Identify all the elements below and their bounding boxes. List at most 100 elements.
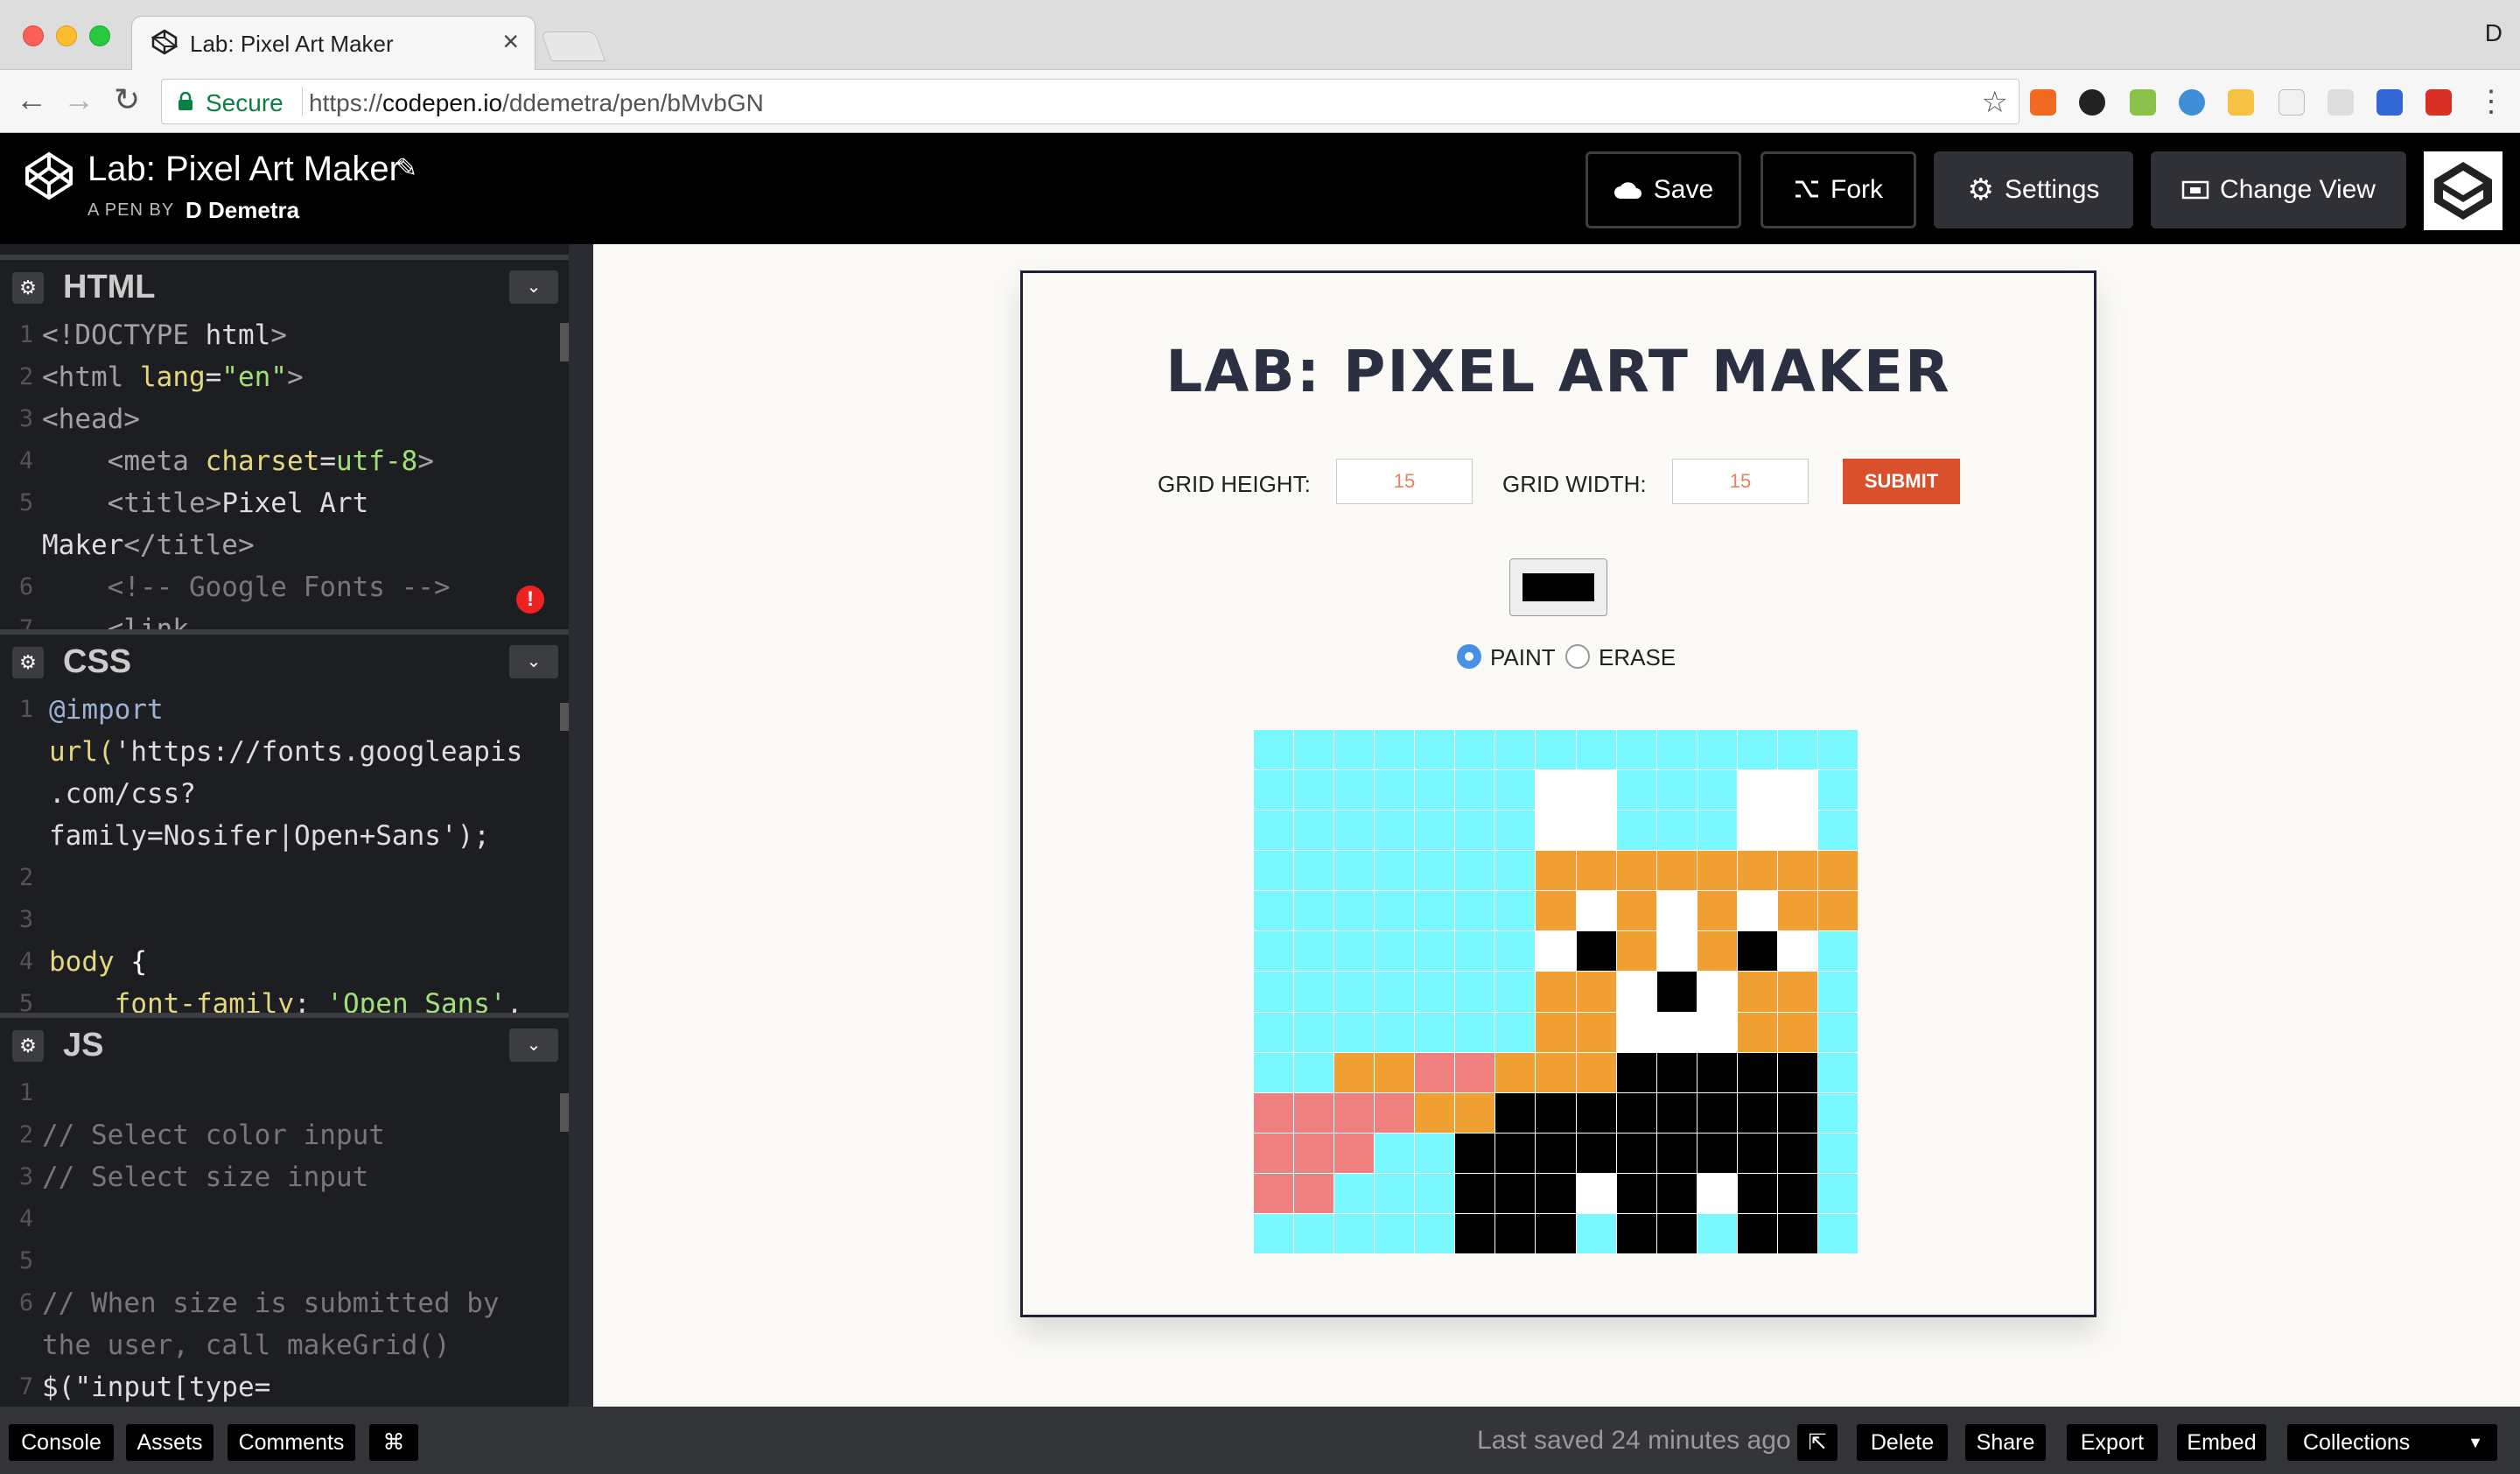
new-tab-button[interactable] bbox=[540, 32, 606, 61]
pixel-cell[interactable] bbox=[1817, 770, 1858, 811]
pixel-cell[interactable] bbox=[1294, 1173, 1334, 1213]
pixel-cell[interactable] bbox=[1697, 1092, 1737, 1133]
extension-fox-icon[interactable] bbox=[2030, 89, 2056, 116]
pixel-cell[interactable] bbox=[1495, 891, 1536, 931]
erase-radio[interactable] bbox=[1565, 644, 1590, 669]
pixel-cell[interactable] bbox=[1616, 1012, 1656, 1052]
pixel-cell[interactable] bbox=[1616, 931, 1656, 972]
pixel-cell[interactable] bbox=[1817, 1012, 1858, 1052]
pixel-cell[interactable] bbox=[1737, 1173, 1777, 1213]
url-text[interactable]: https://codepen.io/ddemetra/pen/bMvbGN bbox=[309, 89, 764, 117]
pixel-cell[interactable] bbox=[1375, 931, 1415, 972]
pixel-cell[interactable] bbox=[1294, 811, 1334, 851]
tab-close-icon[interactable]: × bbox=[502, 25, 519, 58]
pixel-cell[interactable] bbox=[1415, 972, 1455, 1012]
pixel-cell[interactable] bbox=[1334, 851, 1375, 891]
paint-radio[interactable] bbox=[1457, 644, 1481, 669]
pixel-cell[interactable] bbox=[1777, 1133, 1817, 1173]
pixel-cell[interactable] bbox=[1294, 1133, 1334, 1173]
pixel-cell[interactable] bbox=[1294, 730, 1334, 770]
pixel-cell[interactable] bbox=[1656, 811, 1697, 851]
pixel-cell[interactable] bbox=[1495, 811, 1536, 851]
extension-signature-icon[interactable] bbox=[2328, 89, 2354, 116]
js-code-editor[interactable]: 1 2// Select color input 3// Select size i… bbox=[0, 1070, 569, 1407]
pixel-cell[interactable] bbox=[1656, 891, 1697, 931]
codepen-logo-icon[interactable] bbox=[24, 151, 74, 200]
pixel-cell[interactable] bbox=[1415, 1213, 1455, 1253]
pixel-cell[interactable] bbox=[1334, 972, 1375, 1012]
pixel-cell[interactable] bbox=[1616, 1092, 1656, 1133]
js-settings-gear-icon[interactable]: ⚙ bbox=[12, 1030, 44, 1062]
pixel-cell[interactable] bbox=[1536, 851, 1576, 891]
pixel-cell[interactable] bbox=[1536, 1012, 1576, 1052]
delete-button[interactable]: Delete bbox=[1857, 1424, 1948, 1461]
pixel-cell[interactable] bbox=[1415, 730, 1455, 770]
pixel-cell[interactable] bbox=[1616, 891, 1656, 931]
pixel-cell[interactable] bbox=[1254, 730, 1294, 770]
pixel-cell[interactable] bbox=[1576, 1092, 1616, 1133]
pixel-cell[interactable] bbox=[1455, 1012, 1495, 1052]
pixel-cell[interactable] bbox=[1375, 1092, 1415, 1133]
pixel-cell[interactable] bbox=[1656, 770, 1697, 811]
pixel-cell[interactable] bbox=[1415, 891, 1455, 931]
forward-arrow-icon[interactable]: → bbox=[63, 82, 94, 117]
pixel-cell[interactable] bbox=[1254, 891, 1294, 931]
pixel-cell[interactable] bbox=[1375, 891, 1415, 931]
pixel-cell[interactable] bbox=[1817, 891, 1858, 931]
pixel-cell[interactable] bbox=[1777, 851, 1817, 891]
browser-menu-icon[interactable]: ⋮ bbox=[2476, 84, 2506, 119]
pixel-cell[interactable] bbox=[1455, 1133, 1495, 1173]
pixel-cell[interactable] bbox=[1375, 811, 1415, 851]
pixel-cell[interactable] bbox=[1616, 972, 1656, 1012]
pixel-cell[interactable] bbox=[1334, 770, 1375, 811]
pixel-cell[interactable] bbox=[1495, 1012, 1536, 1052]
pixel-cell[interactable] bbox=[1254, 811, 1294, 851]
pixel-cell[interactable] bbox=[1294, 931, 1334, 972]
pixel-cell[interactable] bbox=[1455, 972, 1495, 1012]
pixel-cell[interactable] bbox=[1656, 1213, 1697, 1253]
css-code-editor[interactable]: 1 @import url('https://fonts.googleapis .co… bbox=[0, 687, 569, 1013]
pixel-cell[interactable] bbox=[1777, 1052, 1817, 1092]
pixel-cell[interactable] bbox=[1656, 1092, 1697, 1133]
pixel-cell[interactable] bbox=[1415, 1133, 1455, 1173]
pixel-cell[interactable] bbox=[1737, 811, 1777, 851]
collections-dropdown[interactable]: Collections ▼ bbox=[2287, 1424, 2497, 1461]
pixel-cell[interactable] bbox=[1254, 851, 1294, 891]
pixel-cell[interactable] bbox=[1737, 931, 1777, 972]
pixel-cell[interactable] bbox=[1697, 730, 1737, 770]
pixel-cell[interactable] bbox=[1495, 1052, 1536, 1092]
pixel-cell[interactable] bbox=[1375, 972, 1415, 1012]
pixel-cell[interactable] bbox=[1254, 770, 1294, 811]
pixel-cell[interactable] bbox=[1777, 931, 1817, 972]
pixel-cell[interactable] bbox=[1616, 730, 1656, 770]
pixel-cell[interactable] bbox=[1375, 1012, 1415, 1052]
html-settings-gear-icon[interactable]: ⚙ bbox=[12, 272, 44, 304]
pixel-cell[interactable] bbox=[1576, 730, 1616, 770]
pixel-cell[interactable] bbox=[1415, 931, 1455, 972]
pixel-cell[interactable] bbox=[1536, 1052, 1576, 1092]
pixel-cell[interactable] bbox=[1777, 730, 1817, 770]
extension-pencil-icon[interactable] bbox=[2228, 89, 2254, 116]
pixel-cell[interactable] bbox=[1536, 972, 1576, 1012]
pixel-cell[interactable] bbox=[1334, 931, 1375, 972]
pixel-cell[interactable] bbox=[1375, 770, 1415, 811]
pixel-cell[interactable] bbox=[1415, 770, 1455, 811]
pixel-cell[interactable] bbox=[1415, 851, 1455, 891]
grid-height-input[interactable]: 15 bbox=[1336, 459, 1473, 504]
pixel-cell[interactable] bbox=[1697, 931, 1737, 972]
pixel-cell[interactable] bbox=[1616, 1052, 1656, 1092]
pixel-cell[interactable] bbox=[1294, 770, 1334, 811]
pixel-cell[interactable] bbox=[1576, 1052, 1616, 1092]
pixel-cell[interactable] bbox=[1536, 1133, 1576, 1173]
user-avatar[interactable] bbox=[2424, 151, 2502, 230]
pixel-cell[interactable] bbox=[1375, 851, 1415, 891]
pixel-cell[interactable] bbox=[1334, 891, 1375, 931]
pixel-cell[interactable] bbox=[1495, 1133, 1536, 1173]
pixel-cell[interactable] bbox=[1375, 1133, 1415, 1173]
pixel-cell[interactable] bbox=[1737, 1052, 1777, 1092]
pixel-cell[interactable] bbox=[1817, 1173, 1858, 1213]
editor-resize-handle[interactable] bbox=[569, 244, 593, 1407]
pixel-cell[interactable] bbox=[1415, 1012, 1455, 1052]
pixel-cell[interactable] bbox=[1777, 972, 1817, 1012]
pixel-cell[interactable] bbox=[1375, 1052, 1415, 1092]
